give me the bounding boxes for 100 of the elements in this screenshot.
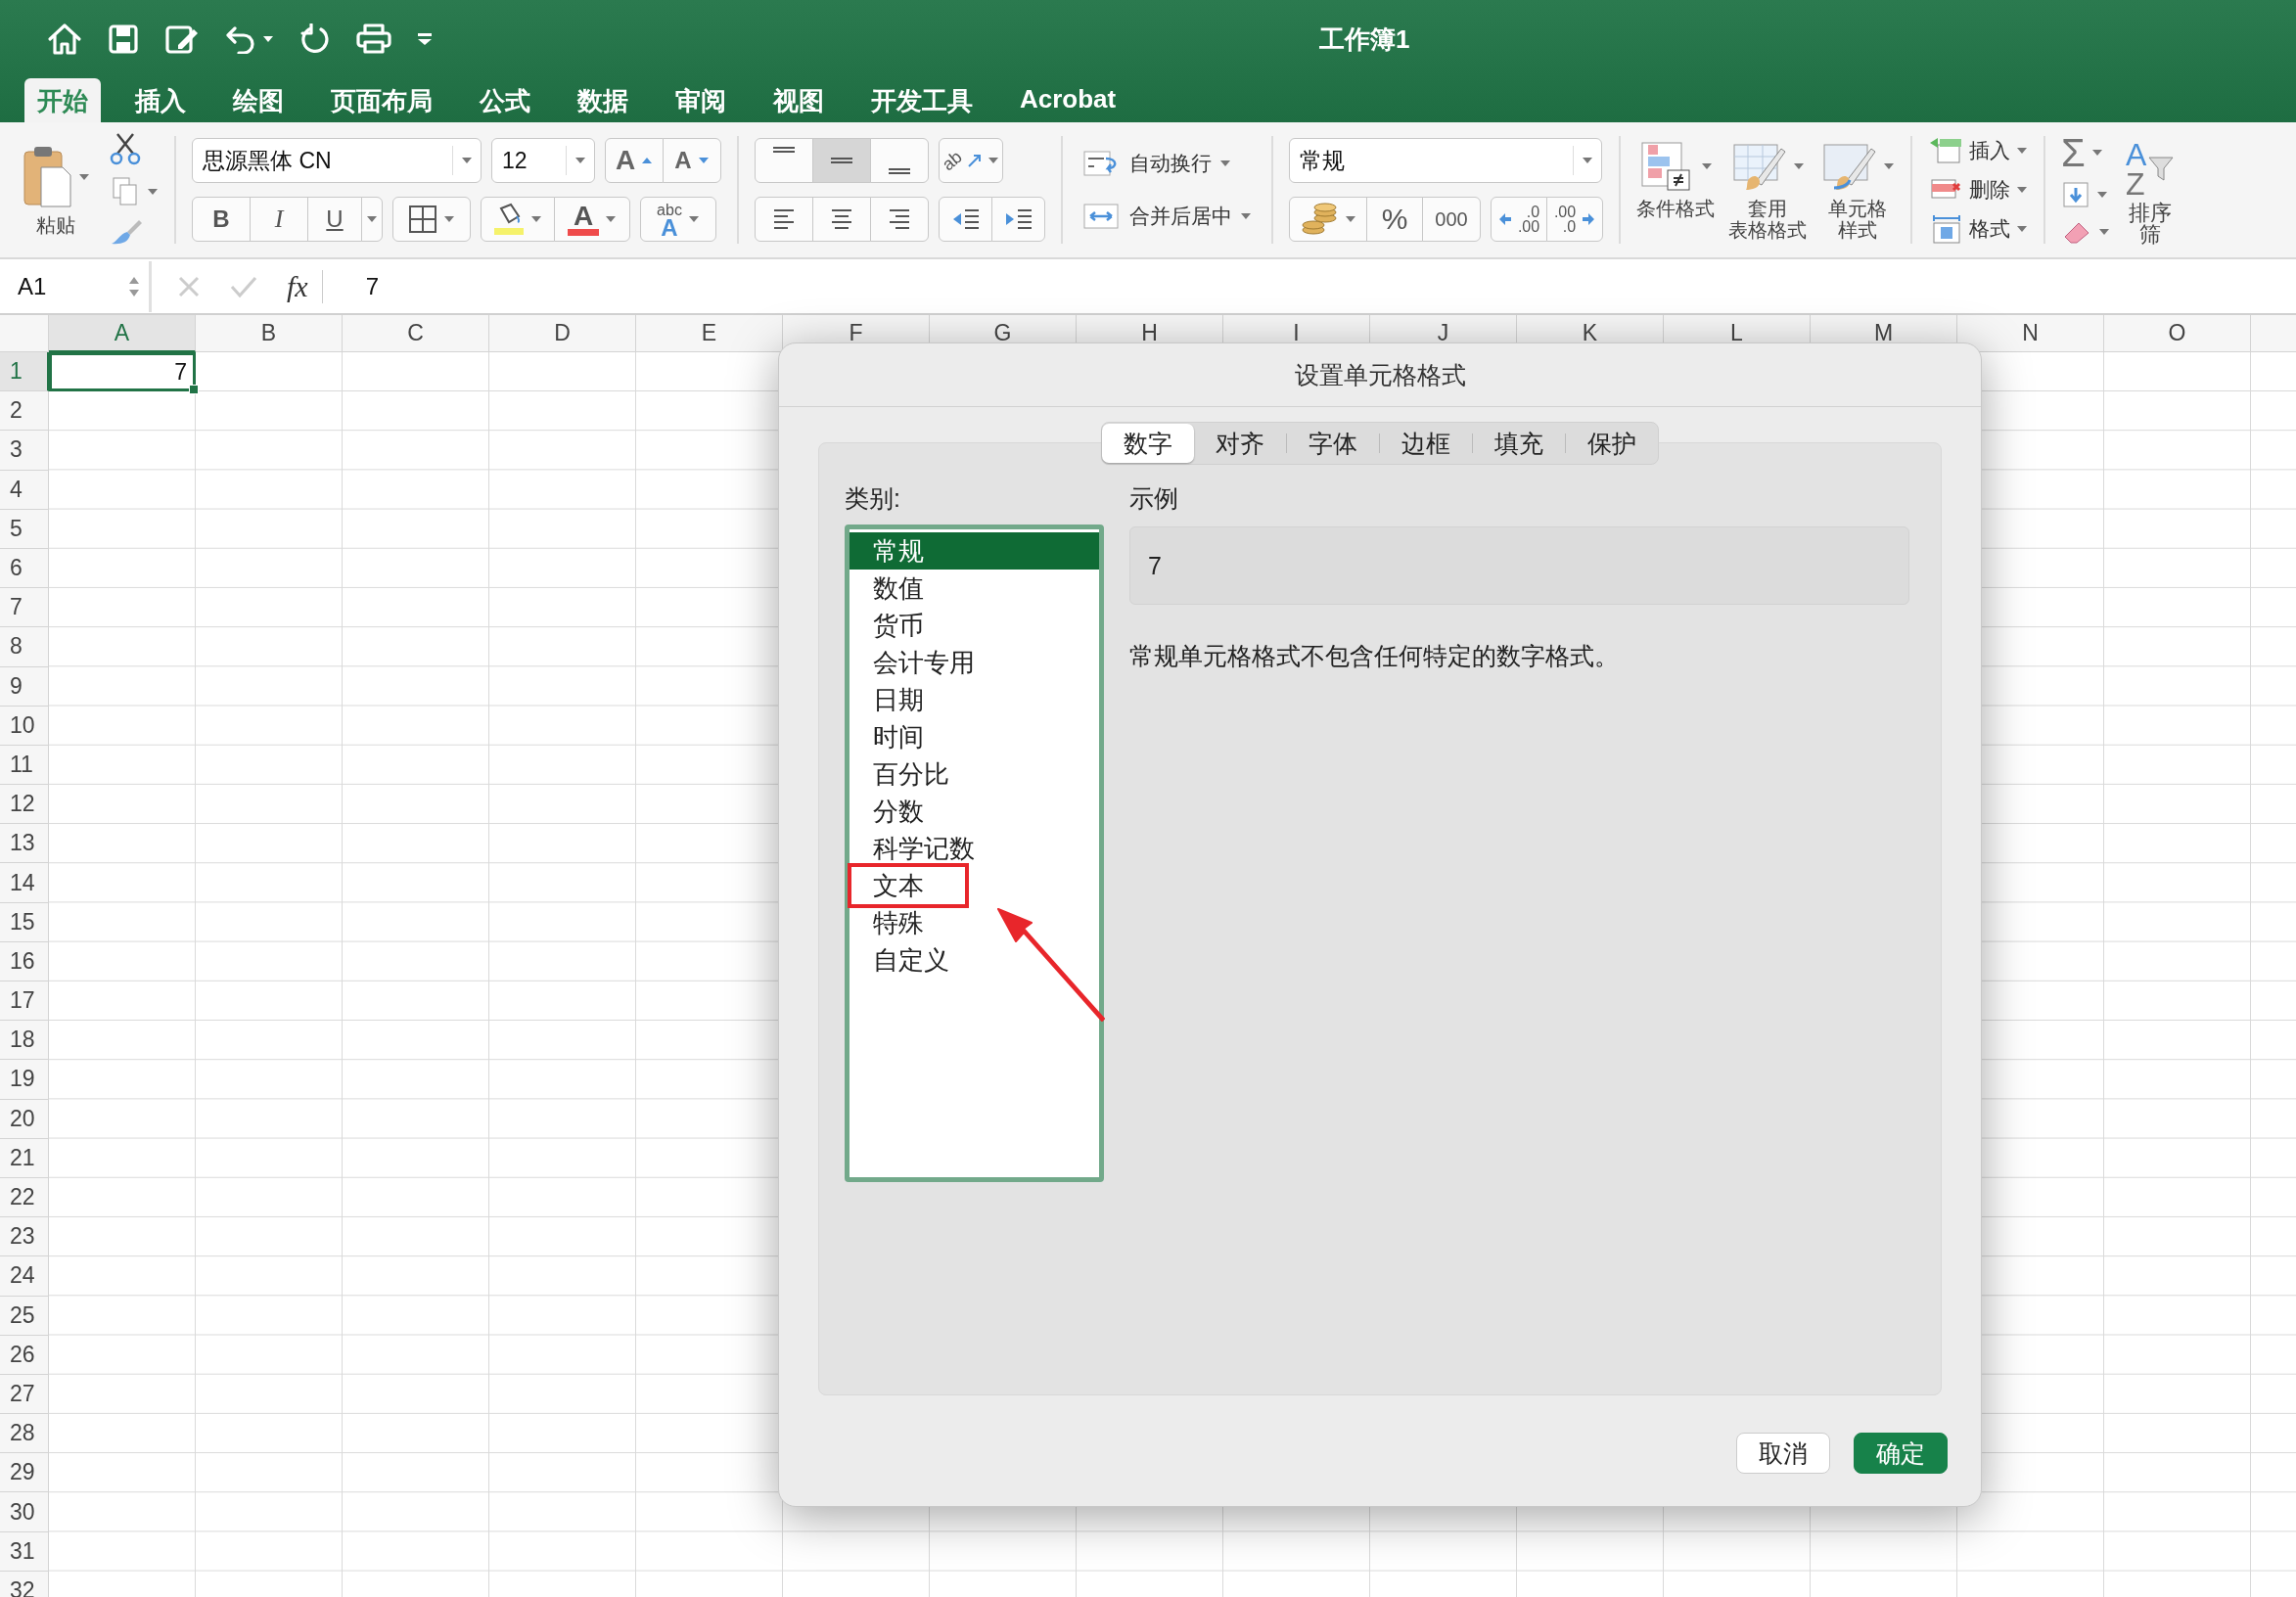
column-header[interactable]: D [489,315,636,352]
wrap-text-button[interactable]: 自动换行 [1082,149,1252,178]
dialog-tab[interactable]: 字体 [1287,424,1379,463]
cell-styles-button[interactable]: 单元格 样式 [1820,139,1895,241]
number-format-field[interactable]: 常规 [1289,138,1602,183]
sort-filter-button[interactable]: A Z 排序 筛 [2126,134,2175,246]
ribbon-tab[interactable]: 审阅 [663,78,739,122]
ok-button[interactable]: 确定 [1854,1433,1948,1474]
font-color-button[interactable]: A [554,197,630,242]
table-format-button[interactable]: 套用 表格格式 [1728,139,1807,241]
ribbon-tab[interactable]: 开始 [24,78,101,122]
phonetic-guide-button[interactable]: abc A [640,197,716,242]
column-header[interactable]: C [343,315,489,352]
font-name-field[interactable]: 思源黑体 CN [192,138,482,183]
align-center-button[interactable] [812,197,871,242]
align-middle-button[interactable] [812,138,871,183]
row-header[interactable]: 20 [0,1099,49,1139]
align-left-button[interactable] [755,197,813,242]
bold-button[interactable]: B [192,197,251,242]
row-header[interactable]: 4 [0,470,49,510]
name-box[interactable]: A1 [0,260,152,312]
row-header[interactable]: 8 [0,627,49,667]
conditional-format-button[interactable]: 条件格式 [1636,139,1715,241]
category-list[interactable]: 常规 数值 货币 会计专用 日期 时间 百分比 分数 科学记数 文本 特殊 自定义 [845,525,1104,1182]
row-header[interactable]: 1 [0,352,49,392]
percent-button[interactable]: % [1366,197,1423,242]
row-header[interactable]: 10 [0,706,49,746]
fill-color-button[interactable] [481,197,555,242]
insert-function-button[interactable]: fx [287,269,323,303]
row-header[interactable]: 24 [0,1256,49,1297]
category-item[interactable]: 会计专用 [850,644,1099,681]
customize-toolbar-icon[interactable] [417,32,433,46]
grow-font-button[interactable]: A [605,138,664,183]
fill-button[interactable] [2061,180,2110,209]
row-header[interactable]: 12 [0,785,49,825]
row-header[interactable]: 31 [0,1531,49,1572]
increase-decimal-button[interactable]: .0 .00 [1491,197,1547,242]
shrink-font-button[interactable]: A [663,138,721,183]
ribbon-tab[interactable]: 绘图 [220,78,297,122]
increase-indent-button[interactable] [991,197,1045,242]
row-header[interactable]: 28 [0,1414,49,1454]
row-header[interactable]: 3 [0,431,49,471]
row-header[interactable]: 6 [0,548,49,589]
underline-options-button[interactable] [361,197,383,242]
row-header[interactable]: 22 [0,1177,49,1218]
align-right-button[interactable] [870,197,929,242]
ribbon-tab[interactable]: Acrobat [1007,78,1129,122]
row-header[interactable]: 17 [0,981,49,1022]
row-header[interactable]: 26 [0,1335,49,1375]
table-cell[interactable]: 7 [49,352,196,392]
row-header[interactable]: 21 [0,1138,49,1178]
row-header[interactable]: 23 [0,1217,49,1257]
orientation-button[interactable]: ab [939,138,1003,183]
row-header[interactable]: 27 [0,1374,49,1415]
ribbon-tab[interactable]: 开发工具 [858,78,986,122]
row-header[interactable]: 9 [0,666,49,707]
category-item[interactable]: 数值 [850,570,1099,607]
row-header[interactable]: 30 [0,1492,49,1532]
autosum-button[interactable]: Σ [2061,135,2110,170]
dialog-tab[interactable]: 填充 [1473,424,1565,463]
category-item[interactable]: 日期 [850,681,1099,718]
column-header[interactable]: O [2104,315,2251,352]
ribbon-tab[interactable]: 页面布局 [318,78,445,122]
column-header[interactable]: B [196,315,343,352]
category-item[interactable]: 常规 [850,532,1099,570]
ribbon-tab[interactable]: 插入 [122,78,199,122]
ribbon-tab[interactable]: 视图 [760,78,837,122]
row-header[interactable]: 14 [0,863,49,903]
row-header[interactable]: 18 [0,1021,49,1061]
paste-button[interactable]: 粘贴 [22,144,90,236]
category-item[interactable]: 科学记数 [850,830,1099,867]
save-icon[interactable] [108,23,139,55]
decrease-decimal-button[interactable]: .00 .0 [1546,197,1603,242]
category-item[interactable]: 特殊 [850,904,1099,941]
document-edit-icon[interactable] [164,23,200,55]
redo-icon[interactable] [299,23,331,55]
row-header[interactable]: 15 [0,902,49,942]
printer-icon[interactable] [356,23,391,55]
row-header[interactable]: 13 [0,824,49,864]
thousands-button[interactable]: 000 [1422,197,1481,242]
column-header[interactable]: N [1957,315,2104,352]
format-cells-button[interactable]: 格式 [1928,213,2028,245]
decrease-indent-button[interactable] [939,197,992,242]
category-item[interactable]: 文本 [850,867,1099,904]
italic-button[interactable]: I [250,197,308,242]
insert-cells-button[interactable]: 插入 [1928,135,2028,166]
category-item[interactable]: 时间 [850,718,1099,755]
ribbon-tab[interactable]: 数据 [565,78,641,122]
ribbon-tab[interactable]: 公式 [467,78,543,122]
category-item[interactable]: 货币 [850,607,1099,644]
dialog-tab[interactable]: 对齐 [1194,424,1286,463]
align-bottom-button[interactable] [870,138,929,183]
fill-handle[interactable] [189,385,199,395]
row-header[interactable]: 25 [0,1296,49,1336]
dialog-tab[interactable]: 边框 [1380,424,1472,463]
dialog-tab[interactable]: 保护 [1566,424,1658,463]
font-size-field[interactable]: 12 [491,138,595,183]
row-header[interactable]: 11 [0,745,49,786]
undo-icon[interactable] [225,24,256,54]
row-header[interactable]: 2 [0,391,49,432]
